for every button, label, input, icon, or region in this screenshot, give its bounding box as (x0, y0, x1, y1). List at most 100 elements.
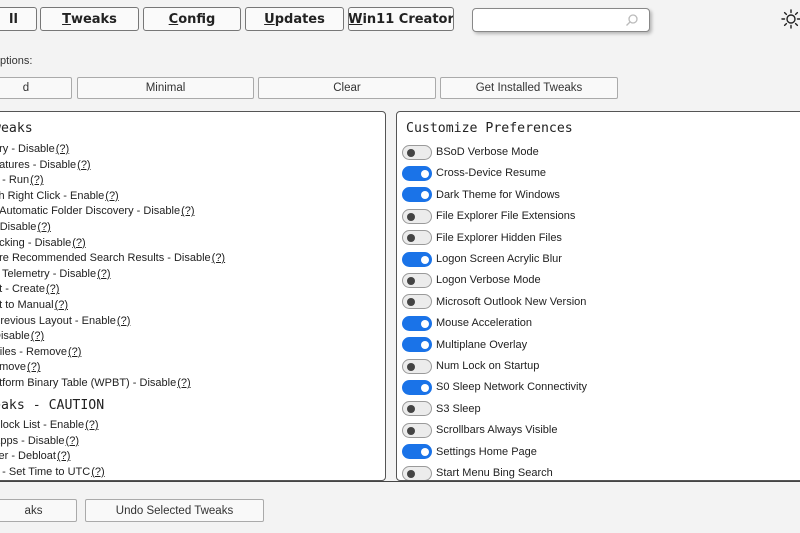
tab-label: pdates (274, 11, 325, 27)
toggle-knob (421, 341, 429, 350)
toggle-knob (421, 191, 429, 200)
help-link[interactable]: (?) (56, 143, 69, 155)
tweak-item[interactable]: eatures - Disable(?) (0, 159, 91, 172)
help-link[interactable]: (?) (97, 268, 110, 280)
toggle-switch[interactable] (402, 337, 432, 353)
help-link[interactable]: (?) (177, 377, 190, 389)
tweak-item[interactable]: ith Right Click - Enable(?) (0, 190, 119, 203)
toggle-switch[interactable] (402, 401, 432, 417)
help-link[interactable]: (?) (181, 205, 194, 217)
tweak-label: acking - Disable (0, 236, 72, 249)
options-label: ptions: (0, 55, 33, 67)
help-link[interactable]: (?) (31, 330, 44, 342)
undo-selected-tweaks-button[interactable]: Undo Selected Tweaks (85, 499, 264, 522)
toggle-switch[interactable] (402, 208, 432, 224)
toggle-switch[interactable] (402, 187, 432, 203)
toggle-switch[interactable] (402, 230, 432, 246)
tweak-label: e - Set Time to UTC (0, 465, 91, 478)
tweak-item[interactable]: ser - Debloat(?) (0, 450, 70, 463)
tab-updates[interactable]: Updates (245, 7, 344, 31)
get-installed-tweaks-button[interactable]: Get Installed Tweaks (440, 77, 618, 99)
tweak-item[interactable]: emove(?) (0, 361, 40, 374)
toggle-switch[interactable] (402, 422, 432, 438)
search-input[interactable] (472, 8, 650, 32)
preset-button[interactable]: d (0, 77, 72, 99)
preference-label: S3 Sleep (436, 402, 481, 415)
tweak-label: ore Recommended Search Results - Disable (0, 252, 211, 265)
tweak-item[interactable]: Previous Layout - Enable(?) (0, 315, 130, 328)
tweak-item[interactable]: 7 Telemetry - Disable(?) (0, 268, 111, 281)
toggle-knob (407, 212, 415, 221)
tweak-label: Previous Layout - Enable (0, 314, 116, 327)
tweak-item[interactable]: Files - Remove(?) (0, 346, 81, 359)
preference-row: Num Lock on Startup (402, 357, 539, 375)
tweak-item[interactable]: acking - Disable(?) (0, 237, 86, 250)
minimal-button[interactable]: Minimal (77, 77, 254, 99)
help-link[interactable]: (?) (77, 159, 90, 171)
help-link[interactable]: (?) (105, 190, 118, 202)
sun-icon[interactable] (781, 9, 800, 29)
preference-label: Logon Screen Acrylic Blur (436, 253, 562, 265)
toggle-switch[interactable] (402, 272, 432, 288)
tab-win11-creator[interactable]: Win11 Creator (348, 7, 454, 31)
tweak-item[interactable]: ore Recommended Search Results - Disable… (0, 252, 225, 265)
toggle-knob (421, 169, 429, 178)
tweak-label: Apps - Disable (0, 434, 65, 447)
preference-label: Logon Verbose Mode (436, 274, 541, 287)
toggle-switch[interactable] (402, 379, 432, 395)
tweak-label: p - Run (0, 174, 30, 187)
toggle-knob (421, 383, 429, 392)
toggle-switch[interactable] (402, 444, 432, 460)
tweak-item[interactable]: atform Binary Table (WPBT) - Disable(?) (0, 377, 191, 390)
tweak-item[interactable]: p - Run(?) (0, 174, 44, 187)
toggle-knob (407, 426, 415, 435)
tweak-item[interactable]: Disable(?) (0, 330, 44, 343)
help-link[interactable]: (?) (91, 466, 104, 478)
tweak-label: Disable (0, 330, 30, 343)
toggle-switch[interactable] (402, 465, 432, 480)
tweak-item[interactable]: et to Manual(?) (0, 299, 68, 312)
help-link[interactable]: (?) (68, 346, 81, 358)
help-link[interactable]: (?) (72, 237, 85, 249)
toggle-switch[interactable] (402, 358, 432, 374)
toggle-switch[interactable] (402, 251, 432, 267)
tab-mnemonic: U (264, 11, 275, 27)
tweak-item[interactable]: e - Set Time to UTC(?) (0, 466, 105, 479)
preferences-panel: Customize Preferences BSoD Verbose Mode C… (396, 111, 800, 481)
help-link[interactable]: (?) (37, 221, 50, 233)
tweak-item[interactable]: Block List - Enable(?) (0, 419, 99, 432)
tweak-item[interactable]: - Disable(?) (0, 221, 51, 234)
help-link[interactable]: (?) (46, 283, 59, 295)
toggle-switch[interactable] (402, 315, 432, 331)
run-tweaks-button[interactable]: aks (0, 499, 77, 522)
toggle-knob (407, 405, 415, 414)
toggle-switch[interactable] (402, 144, 432, 160)
help-link[interactable]: (?) (117, 315, 130, 327)
tab-config[interactable]: Config (143, 7, 241, 31)
help-link[interactable]: (?) (55, 299, 68, 311)
toggle-switch[interactable] (402, 165, 432, 181)
tab-label: weaks (70, 11, 117, 27)
preference-label: Dark Theme for Windows (436, 188, 560, 201)
search-icon[interactable] (625, 13, 639, 32)
caution-heading: eaks - CAUTION (0, 398, 105, 413)
tab-install[interactable]: ll (0, 7, 37, 31)
help-link[interactable]: (?) (27, 361, 40, 373)
help-link[interactable]: (?) (66, 435, 79, 447)
clear-button[interactable]: Clear (258, 77, 436, 99)
tweak-item[interactable]: ory - Disable(?) (0, 143, 69, 156)
help-link[interactable]: (?) (57, 450, 70, 462)
tab-tweaks[interactable]: Tweaks (40, 7, 139, 31)
help-link[interactable]: (?) (85, 419, 98, 431)
tweak-label: ser - Debloat (0, 450, 56, 463)
preference-row: Scrollbars Always Visible (402, 421, 557, 439)
tweak-item[interactable]: r Automatic Folder Discovery - Disable(?… (0, 205, 195, 218)
help-link[interactable]: (?) (212, 252, 225, 264)
help-link[interactable]: (?) (30, 174, 43, 186)
toggle-knob (407, 148, 415, 157)
tweak-label: atform Binary Table (WPBT) - Disable (0, 377, 177, 389)
toggle-switch[interactable] (402, 294, 432, 310)
tweak-label: eatures - Disable (0, 158, 77, 171)
tweak-item[interactable]: nt - Create(?) (0, 283, 59, 296)
tweak-item[interactable]: Apps - Disable(?) (0, 435, 79, 448)
